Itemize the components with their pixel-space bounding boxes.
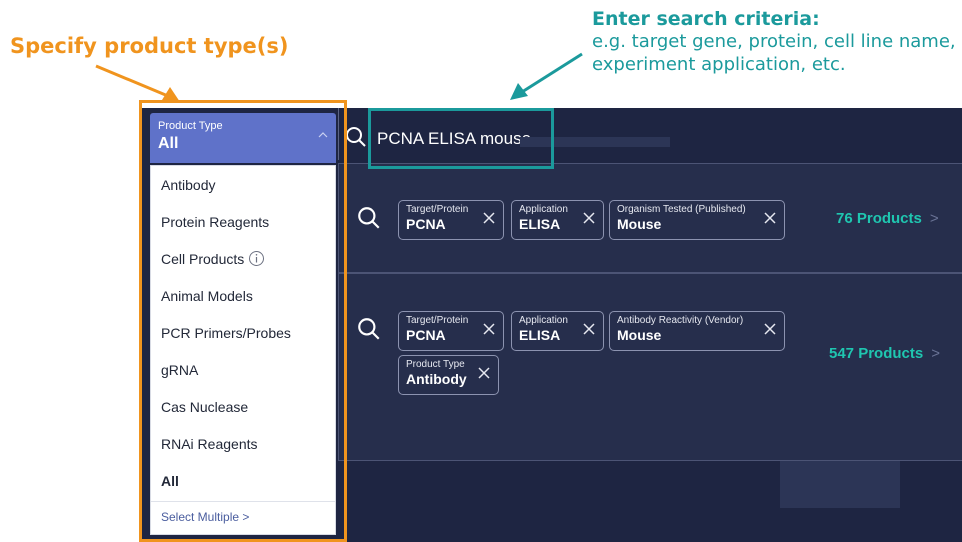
- filter-chip[interactable]: Product Type Antibody: [398, 355, 499, 395]
- product-count: 547 Products: [829, 345, 924, 362]
- annotation-specify-product-type: Specify product type(s): [10, 34, 289, 58]
- chevron-right-icon: >: [931, 345, 940, 362]
- filter-chip[interactable]: Target/Protein PCNA: [398, 311, 504, 351]
- chip-label: Application: [519, 204, 568, 215]
- search-icon[interactable]: [356, 205, 382, 231]
- chip-value: Antibody: [406, 371, 467, 387]
- close-icon[interactable]: [583, 212, 595, 224]
- annotation-arrow-teal: [510, 52, 583, 100]
- chip-label: Organism Tested (Published): [617, 204, 746, 215]
- filter-chip[interactable]: Target/Protein PCNA: [398, 200, 504, 240]
- chip-value: PCNA: [406, 327, 446, 343]
- chip-value: Mouse: [617, 327, 662, 343]
- close-icon[interactable]: [583, 323, 595, 335]
- close-icon[interactable]: [478, 367, 490, 379]
- screenshot-stage: Specify product type(s) Enter search cri…: [0, 0, 962, 542]
- filter-chip[interactable]: Application ELISA: [511, 200, 604, 240]
- chip-label: Target/Protein: [406, 315, 469, 326]
- chip-value: PCNA: [406, 216, 446, 232]
- highlight-box-product-type: [139, 100, 347, 542]
- highlight-box-search-input: [368, 108, 554, 169]
- product-count: 76 Products: [836, 210, 922, 227]
- chip-label: Product Type: [406, 359, 465, 370]
- annotation-search-desc-2: experiment application, etc.: [592, 54, 846, 75]
- close-icon[interactable]: [483, 323, 495, 335]
- search-icon[interactable]: [356, 316, 382, 342]
- product-count-link[interactable]: 76 Products >: [836, 210, 939, 227]
- product-count-link[interactable]: 547 Products >: [829, 345, 940, 362]
- chip-label: Application: [519, 315, 568, 326]
- close-icon[interactable]: [764, 323, 776, 335]
- filter-chip[interactable]: Antibody Reactivity (Vendor) Mouse: [609, 311, 785, 351]
- chip-value: ELISA: [519, 327, 561, 343]
- chip-label: Target/Protein: [406, 204, 469, 215]
- annotation-search-criteria: Enter search criteria: e.g. target gene,…: [592, 8, 956, 76]
- annotation-search-title: Enter search criteria:: [592, 8, 820, 30]
- filter-chip[interactable]: Application ELISA: [511, 311, 604, 351]
- chip-value: ELISA: [519, 216, 561, 232]
- annotation-search-desc-1: e.g. target gene, protein, cell line nam…: [592, 31, 956, 52]
- close-icon[interactable]: [483, 212, 495, 224]
- chevron-right-icon: >: [929, 210, 939, 227]
- chip-value: Mouse: [617, 216, 662, 232]
- chip-label: Antibody Reactivity (Vendor): [617, 315, 744, 326]
- close-icon[interactable]: [764, 212, 776, 224]
- search-icon[interactable]: [344, 125, 368, 149]
- filter-chip[interactable]: Organism Tested (Published) Mouse: [609, 200, 785, 240]
